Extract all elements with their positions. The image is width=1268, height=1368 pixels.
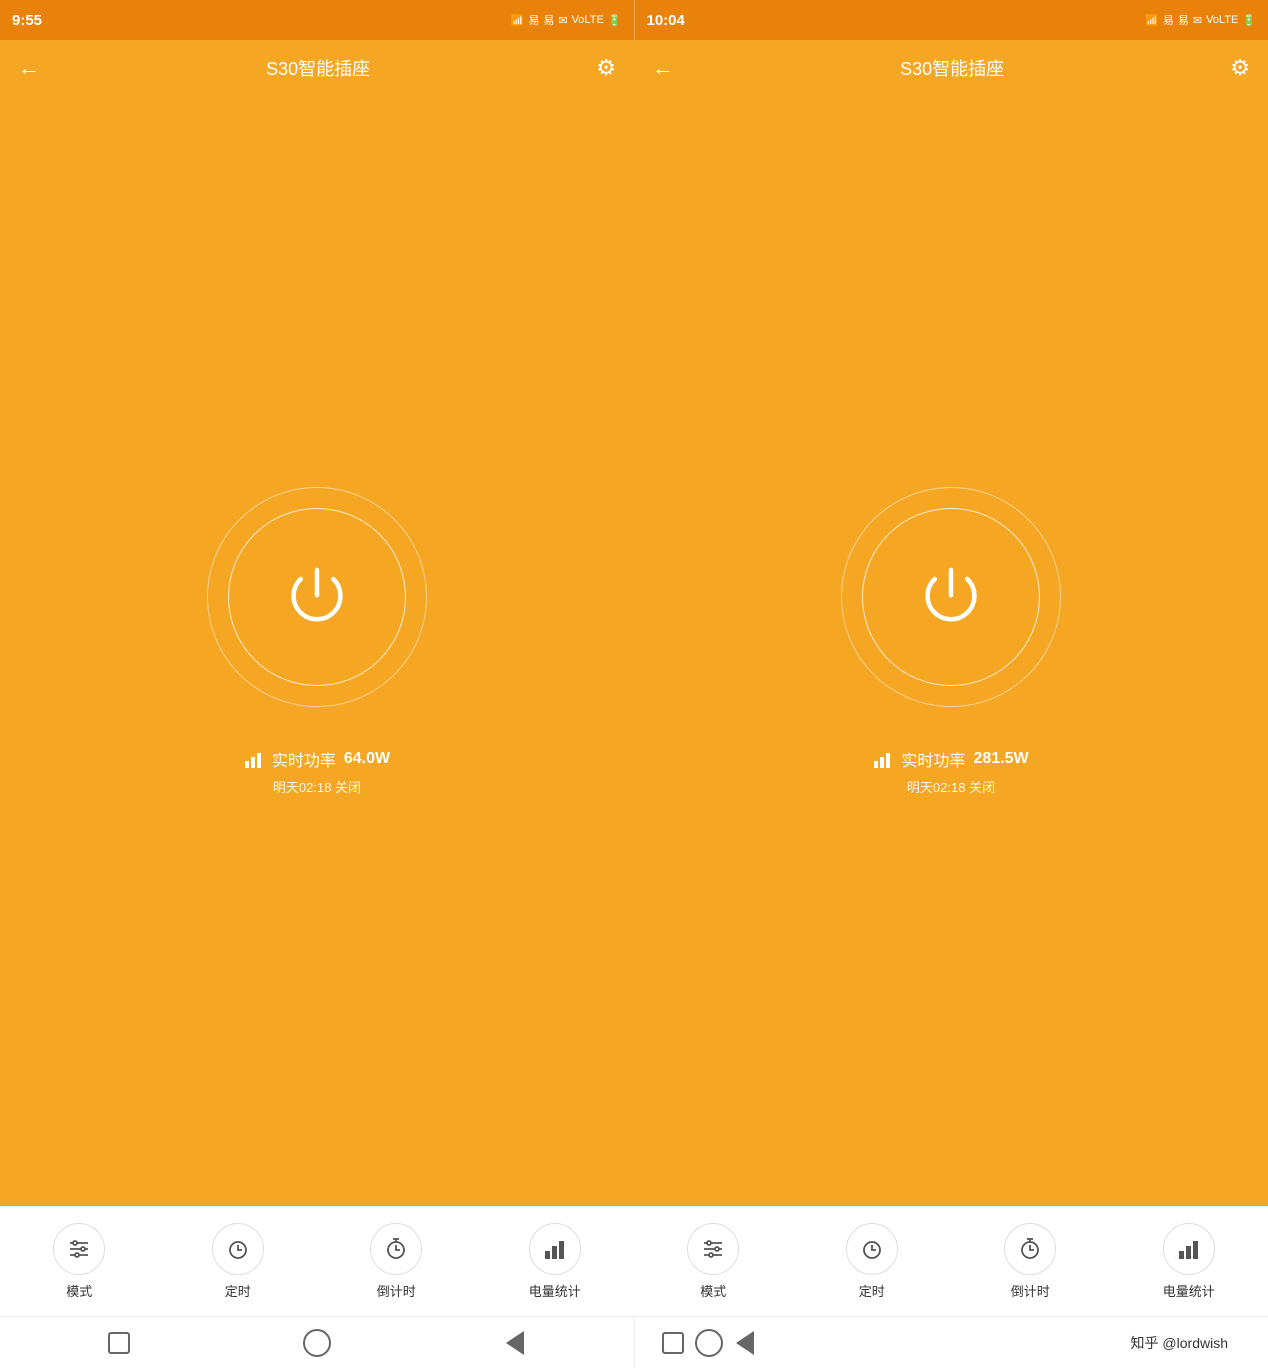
- time-left: 9:55: [12, 12, 42, 29]
- settings-button-right[interactable]: ⚙: [1230, 55, 1250, 81]
- stats-label-right: 电量统计: [1163, 1281, 1215, 1300]
- left-outer-ring: [207, 487, 427, 707]
- stats-icon-right: [1163, 1223, 1215, 1275]
- triangle-icon-right: [736, 1331, 754, 1355]
- wifi-icon: 易: [528, 12, 539, 28]
- countdown-label-left: 倒计时: [377, 1281, 416, 1300]
- stats-icon-left: [529, 1223, 581, 1275]
- countdown-icon-right: [1004, 1223, 1056, 1275]
- back-button-left[interactable]: ←: [18, 55, 40, 81]
- circle-icon-left: [303, 1329, 331, 1357]
- watermark-text: 知乎 @lordwish: [1131, 1333, 1228, 1353]
- timer-label-right: 定时: [859, 1281, 885, 1300]
- left-title: S30智能插座: [266, 55, 370, 81]
- mode-icon-right: [687, 1223, 739, 1275]
- triangle-icon-left: [506, 1331, 524, 1355]
- left-power-container: [207, 487, 427, 707]
- status-icons-left: 📶 易 易 ✉ VoLTE 🔋: [511, 12, 622, 28]
- right-toolbar-mode[interactable]: 模式: [678, 1223, 748, 1300]
- nav-square-left[interactable]: [101, 1325, 137, 1361]
- right-toolbar: 模式 定时: [634, 1206, 1268, 1316]
- nav-section-right: 知乎 @lordwish: [635, 1317, 1268, 1368]
- timer-label-left: 定时: [225, 1281, 251, 1300]
- circle-icon-right: [695, 1329, 723, 1357]
- right-outer-ring: [841, 487, 1061, 707]
- battery-icon: 🔋: [608, 14, 622, 27]
- right-toolbar-countdown[interactable]: 倒计时: [995, 1223, 1065, 1300]
- nav-section-left: [0, 1317, 634, 1368]
- mail-icon-r: ✉: [1193, 14, 1202, 27]
- right-toolbar-stats[interactable]: 电量统计: [1154, 1223, 1224, 1300]
- nav-back-right[interactable]: [727, 1325, 763, 1361]
- countdown-icon-left: [370, 1223, 422, 1275]
- mode-label-right: 模式: [700, 1281, 726, 1300]
- main-content: ← S30智能插座 ⚙: [0, 40, 1268, 1316]
- right-orange-area: 实时功率 281.5W 明天02:18 关闭: [634, 96, 1268, 1206]
- right-stats: 实时功率 281.5W 明天02:18 关闭: [873, 747, 1028, 796]
- left-stats: 实时功率 64.0W 明天02:18 关闭: [244, 747, 390, 796]
- battery-icon-r: 🔋: [1242, 14, 1256, 27]
- app-icon: 易: [543, 12, 554, 28]
- status-bar-left: 9:55 📶 易 易 ✉ VoLTE 🔋: [0, 0, 634, 40]
- wifi-icon-r: 易: [1163, 12, 1174, 28]
- left-schedule: 明天02:18 关闭: [244, 777, 390, 796]
- mail-icon: ✉: [558, 14, 567, 27]
- right-power-value: 281.5W: [973, 750, 1028, 768]
- left-orange-area: 实时功率 64.0W 明天02:18 关闭: [0, 96, 634, 1206]
- right-schedule: 明天02:18 关闭: [873, 777, 1028, 796]
- left-power-row: 实时功率 64.0W: [244, 747, 390, 771]
- right-header: ← S30智能插座 ⚙: [634, 40, 1268, 96]
- nav-square-right[interactable]: [655, 1325, 691, 1361]
- left-panel: ← S30智能插座 ⚙: [0, 40, 634, 1316]
- right-power-row: 实时功率 281.5W: [873, 747, 1028, 771]
- right-panel: ← S30智能插座 ⚙: [634, 40, 1268, 1316]
- signal-icon: 📶: [511, 14, 525, 27]
- nav-bar: 知乎 @lordwish: [0, 1316, 1268, 1368]
- status-icons-right: 📶 易 易 ✉ VoLTE 🔋: [1145, 12, 1256, 28]
- status-bars: 9:55 📶 易 易 ✉ VoLTE 🔋 10:04 📶 易 易 ✉ VoLTE…: [0, 0, 1268, 40]
- square-icon-left: [108, 1332, 130, 1354]
- left-power-value: 64.0W: [344, 750, 390, 768]
- right-power-label: 实时功率: [901, 747, 965, 771]
- signal-icon-r: 📶: [1145, 14, 1159, 27]
- timer-icon-left: [212, 1223, 264, 1275]
- left-toolbar-mode[interactable]: 模式: [44, 1223, 114, 1300]
- time-right: 10:04: [647, 12, 685, 29]
- status-bar-right: 10:04 📶 易 易 ✉ VoLTE 🔋: [635, 0, 1268, 40]
- left-toolbar: 模式 定时: [0, 1206, 634, 1316]
- square-icon-right: [662, 1332, 684, 1354]
- nav-circle-left[interactable]: [299, 1325, 335, 1361]
- mode-icon-left: [53, 1223, 105, 1275]
- settings-button-left[interactable]: ⚙: [596, 55, 616, 81]
- left-toolbar-stats[interactable]: 电量统计: [520, 1223, 590, 1300]
- chart-icon-left: [244, 749, 264, 769]
- left-power-label: 实时功率: [272, 747, 336, 771]
- stats-label-left: 电量统计: [529, 1281, 581, 1300]
- left-toolbar-timer[interactable]: 定时: [203, 1223, 273, 1300]
- app-icon-r: 易: [1178, 12, 1189, 28]
- left-header: ← S30智能插座 ⚙: [0, 40, 634, 96]
- mode-label-left: 模式: [66, 1281, 92, 1300]
- timer-icon-right: [846, 1223, 898, 1275]
- volte-icon: VoLTE: [572, 14, 604, 26]
- nav-back-left[interactable]: [497, 1325, 533, 1361]
- left-toolbar-countdown[interactable]: 倒计时: [361, 1223, 431, 1300]
- nav-circle-right[interactable]: [691, 1325, 727, 1361]
- chart-icon-right: [873, 749, 893, 769]
- right-toolbar-timer[interactable]: 定时: [837, 1223, 907, 1300]
- right-power-container: [841, 487, 1061, 707]
- volte-icon-r: VoLTE: [1206, 14, 1238, 26]
- right-title: S30智能插座: [900, 55, 1004, 81]
- countdown-label-right: 倒计时: [1011, 1281, 1050, 1300]
- back-button-right[interactable]: ←: [652, 55, 674, 81]
- watermark-section: 知乎 @lordwish: [763, 1333, 1249, 1353]
